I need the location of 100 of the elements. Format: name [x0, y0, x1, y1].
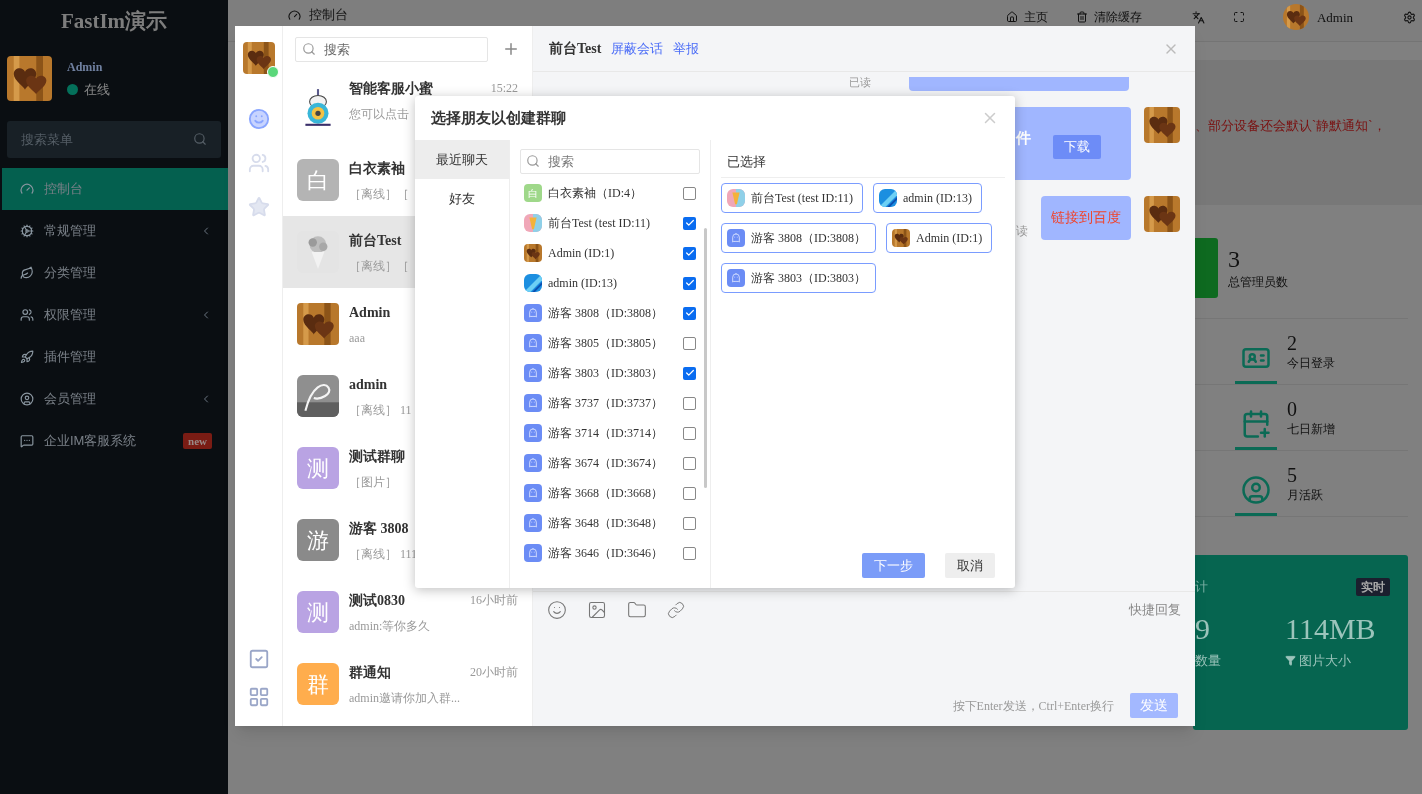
- home-icon: [1005, 11, 1018, 23]
- checkbox[interactable]: [683, 456, 696, 470]
- checkbox[interactable]: [683, 186, 696, 200]
- chats-icon[interactable]: [247, 108, 270, 130]
- checkbox[interactable]: [683, 216, 696, 230]
- checkbox[interactable]: [683, 516, 696, 530]
- star-icon[interactable]: [247, 196, 270, 218]
- friend-name: 白衣素袖（ID:4）: [548, 185, 643, 202]
- avatar-icon: [727, 269, 745, 287]
- menu-icon: [20, 266, 34, 280]
- card-title: 计: [1195, 578, 1208, 596]
- link-icon[interactable]: [667, 601, 685, 619]
- filter-icon: [1285, 654, 1296, 666]
- menu-item[interactable]: 会员管理: [2, 378, 228, 420]
- stat-icon: [1241, 474, 1271, 505]
- checkbox[interactable]: [683, 366, 696, 380]
- stat-icon: [1241, 408, 1271, 439]
- friend-name: 游客 3668（ID:3668）: [548, 485, 664, 502]
- stat-label: 月活跃: [1287, 487, 1323, 504]
- menu-label: 控制台: [44, 180, 84, 199]
- chat-link[interactable]: 举报: [673, 38, 700, 59]
- stat-label: 今日登录: [1287, 355, 1335, 372]
- selected-title: 已选择: [721, 144, 1005, 178]
- avatar-icon: [524, 424, 542, 442]
- menu-label: 企业IM客服系统: [44, 432, 138, 451]
- conversation-preview: ［离线］［: [349, 185, 409, 203]
- selected-chip[interactable]: admin (ID:13): [873, 183, 982, 213]
- checkbox[interactable]: [683, 276, 696, 290]
- friend-name: Admin (ID:1): [548, 245, 616, 262]
- top-link[interactable]: 主页: [1023, 9, 1048, 25]
- avatar-icon: [524, 544, 542, 562]
- menu-search-field[interactable]: 搜索菜单: [7, 121, 221, 158]
- conversation-name: 测试0830: [349, 591, 405, 610]
- conversation-preview: ［离线］ 111: [349, 545, 418, 563]
- conversation-name: Admin: [349, 303, 391, 322]
- apps-icon[interactable]: [247, 686, 270, 708]
- avatar-icon: [524, 304, 542, 322]
- conversation-name: 白衣素袖: [349, 159, 405, 178]
- friend-name: admin (ID:13): [548, 275, 618, 292]
- selected-chip[interactable]: 游客 3808（ID:3808）: [721, 223, 876, 253]
- friend-name: 游客 3648（ID:3648）: [548, 515, 664, 532]
- checkbox[interactable]: [683, 546, 696, 560]
- checkbox[interactable]: [683, 426, 696, 440]
- friend-name: 前台Test (test ID:11): [548, 215, 652, 232]
- menu-item[interactable]: 企业IM客服系统 new: [2, 420, 228, 462]
- conversation-preview: admin邀请你加入群...: [349, 689, 460, 707]
- metric-label: 数量: [1195, 651, 1221, 670]
- chip-label: Admin (ID:1): [916, 230, 984, 247]
- cancel-button[interactable]: 取消: [945, 553, 995, 578]
- chat-link[interactable]: 屏蔽会话: [611, 38, 664, 59]
- avatar: 测: [297, 447, 339, 489]
- top-link[interactable]: 清除缓存: [1093, 9, 1142, 25]
- avatar-icon: [727, 229, 745, 247]
- menu-icon: [20, 350, 34, 364]
- user-status: 在线: [84, 80, 110, 99]
- menu-icon: [20, 308, 34, 322]
- add-icon[interactable]: [502, 40, 520, 58]
- emoji-icon[interactable]: [547, 600, 567, 620]
- avatar-icon: [524, 484, 542, 502]
- file-name: 件: [1016, 127, 1031, 148]
- conversation-name: 前台Test: [349, 231, 402, 250]
- avatar: 白: [524, 184, 542, 202]
- dashboard-tab[interactable]: 控制台: [288, 7, 348, 23]
- conversation-preview: ［离线］ 11: [349, 401, 412, 419]
- scrollbar[interactable]: [704, 228, 707, 488]
- dashboard-icon: [288, 8, 301, 22]
- checkbox[interactable]: [683, 486, 696, 500]
- checkbox[interactable]: [683, 306, 696, 320]
- checklist-icon[interactable]: [247, 648, 270, 670]
- menu-item[interactable]: 插件管理: [2, 336, 228, 378]
- search-field[interactable]: 搜索: [295, 36, 488, 62]
- menu-item[interactable]: 常规管理: [2, 210, 228, 252]
- trash-icon: [1075, 11, 1088, 23]
- menu-label: 权限管理: [44, 306, 97, 325]
- user-name[interactable]: Admin: [1316, 9, 1353, 25]
- read-status: 已读: [849, 75, 871, 90]
- selected-chip[interactable]: Admin (ID:1): [886, 223, 993, 253]
- conversation-name: 智能客服小蜜: [349, 79, 433, 98]
- dialog-tab[interactable]: 最近聊天: [415, 140, 509, 179]
- settings-icon[interactable]: [1403, 10, 1416, 24]
- checkbox[interactable]: [683, 246, 696, 260]
- conversation-preview: aaa: [349, 329, 365, 347]
- selected-chip[interactable]: 前台Test (test ID:11): [721, 183, 864, 213]
- menu-item[interactable]: 权限管理: [2, 294, 228, 336]
- checkbox[interactable]: [683, 396, 696, 410]
- friend-search-field[interactable]: 搜索: [520, 149, 700, 174]
- image-icon[interactable]: [587, 600, 607, 620]
- folder-icon[interactable]: [627, 600, 647, 620]
- metric-label: 图片大小: [1299, 651, 1351, 670]
- menu-item[interactable]: 分类管理: [2, 252, 228, 294]
- translate-icon[interactable]: [1191, 10, 1205, 24]
- admin-count-card: [1195, 238, 1218, 298]
- stat-value: 5: [1287, 464, 1298, 486]
- selected-chip[interactable]: 游客 3803（ID:3803）: [721, 263, 876, 293]
- checkbox[interactable]: [683, 336, 696, 350]
- friend-name: 游客 3646（ID:3646）: [548, 545, 664, 562]
- stat-label: 总管理员数: [1228, 274, 1288, 291]
- fullscreen-icon[interactable]: [1232, 11, 1245, 23]
- menu-icon: [20, 392, 34, 406]
- search-icon: [193, 132, 207, 146]
